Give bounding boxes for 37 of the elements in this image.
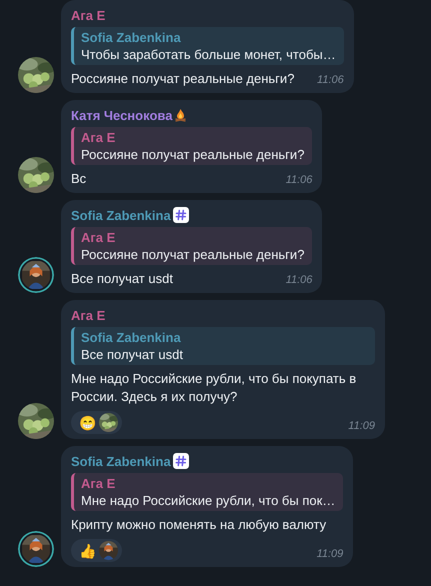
message-time: 11:06	[286, 273, 312, 288]
quoted-sender: Sofia Zabenkina	[81, 29, 182, 46]
message-time: 11:06	[317, 73, 344, 88]
quoted-sender: Sofia Zabenkina	[81, 329, 182, 346]
reply-quote[interactable]: Ага Е Мне надо Российские рубли, что бы пок…	[71, 473, 344, 511]
message-time: 11:09	[348, 419, 375, 434]
reaction-emoji: 😁	[79, 414, 96, 432]
message-time: 11:09	[316, 547, 344, 562]
quoted-text: Россияне получат реальные деньги?	[81, 146, 304, 163]
message-time: 11:06	[286, 173, 312, 188]
sender-name[interactable]: Катя Чеснокова	[71, 108, 172, 122]
reaction-emoji: 👍	[79, 542, 96, 560]
message-text: Мне надо Российские рубли, что бы покупать в России. Здесь я их получу?	[71, 370, 358, 406]
quoted-text: Чтобы заработать больше монет, чтобы…	[81, 46, 336, 63]
fire-icon	[174, 108, 188, 122]
reply-quote[interactable]: Sofia Zabenkina Чтобы заработать больше монет, чтобы…	[71, 27, 344, 65]
message-text: Крипту можно поменять на любую валюту	[71, 516, 326, 534]
sender-name[interactable]: Ага Е	[71, 8, 106, 22]
reaction-chip[interactable]: 😁	[71, 411, 122, 434]
reply-quote[interactable]: Sofia Zabenkina Все получат usdt	[71, 327, 375, 365]
quoted-text: Россияне получат реальные деньги?	[81, 246, 304, 263]
sender-name[interactable]: Sofia Zabenkina	[71, 454, 171, 468]
quoted-sender: Ага Е	[81, 129, 116, 146]
reply-quote[interactable]: Ага Е Россияне получат реальные деньги?	[71, 227, 312, 265]
quoted-text: Мне надо Российские рубли, что бы пок…	[81, 492, 336, 509]
message-text: Россияне получат реальные деньги?	[71, 70, 294, 88]
hashtag-icon	[172, 207, 189, 223]
quoted-sender: Ага Е	[81, 229, 116, 246]
hashtag-icon	[172, 453, 189, 469]
reaction-chip[interactable]: 👍	[71, 539, 122, 562]
sender-name[interactable]: Ага Е	[71, 308, 106, 322]
message-text: Вс	[71, 170, 86, 188]
reply-quote[interactable]: Ага Е Россияне получат реальные деньги?	[71, 127, 312, 165]
sender-name[interactable]: Sofia Zabenkina	[71, 208, 171, 222]
quoted-text: Все получат usdt	[81, 346, 184, 363]
message-text: Все получат usdt	[71, 270, 173, 288]
quoted-sender: Ага Е	[81, 475, 116, 492]
